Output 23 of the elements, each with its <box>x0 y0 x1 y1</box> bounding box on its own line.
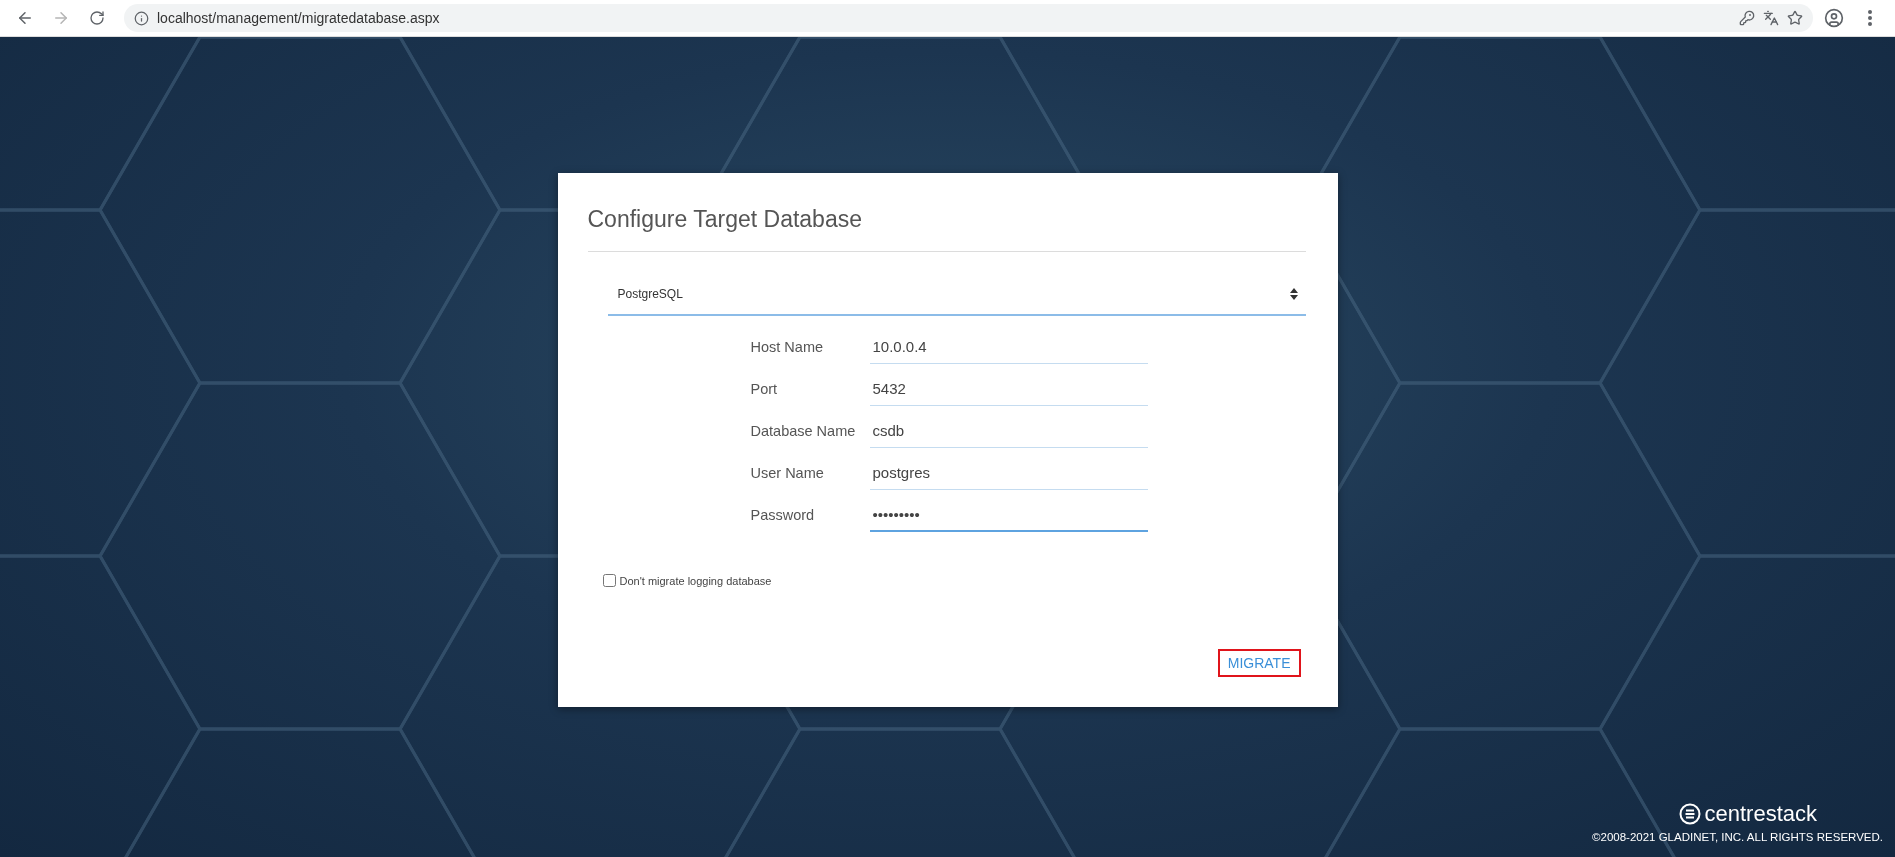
sort-icon <box>1289 288 1298 300</box>
field-label: Password <box>750 506 816 525</box>
copyright-text: ©2008-2021 GLADINET, INC. ALL RIGHTS RESERVED. <box>1592 831 1883 843</box>
dialog-title: Configure Target Database <box>587 206 1306 252</box>
star-icon[interactable] <box>1787 10 1803 26</box>
checkbox-label: Don't migrate logging database <box>619 574 772 587</box>
key-icon[interactable] <box>1739 10 1755 26</box>
logo-text: centrestack <box>1704 801 1817 827</box>
field-label: User Name <box>750 464 825 483</box>
info-icon <box>134 10 149 26</box>
address-bar[interactable]: localhost/management/migratedatabase.aspx <box>124 4 1813 32</box>
reload-icon <box>89 10 105 26</box>
translate-icon[interactable] <box>1763 10 1779 26</box>
database-select[interactable]: PostgreSQL <box>607 274 1306 316</box>
forward-arrow-icon <box>52 9 70 27</box>
url-text: localhost/management/migratedatabase.aspx <box>157 10 441 26</box>
field-label: Host Name <box>750 338 825 357</box>
menu-icon <box>1868 10 1872 26</box>
field-label: Port <box>750 380 779 399</box>
field-label: Database Name <box>750 422 857 441</box>
checkbox[interactable] <box>602 574 616 587</box>
avatar-icon <box>1824 8 1844 28</box>
logo-icon <box>1679 803 1702 825</box>
